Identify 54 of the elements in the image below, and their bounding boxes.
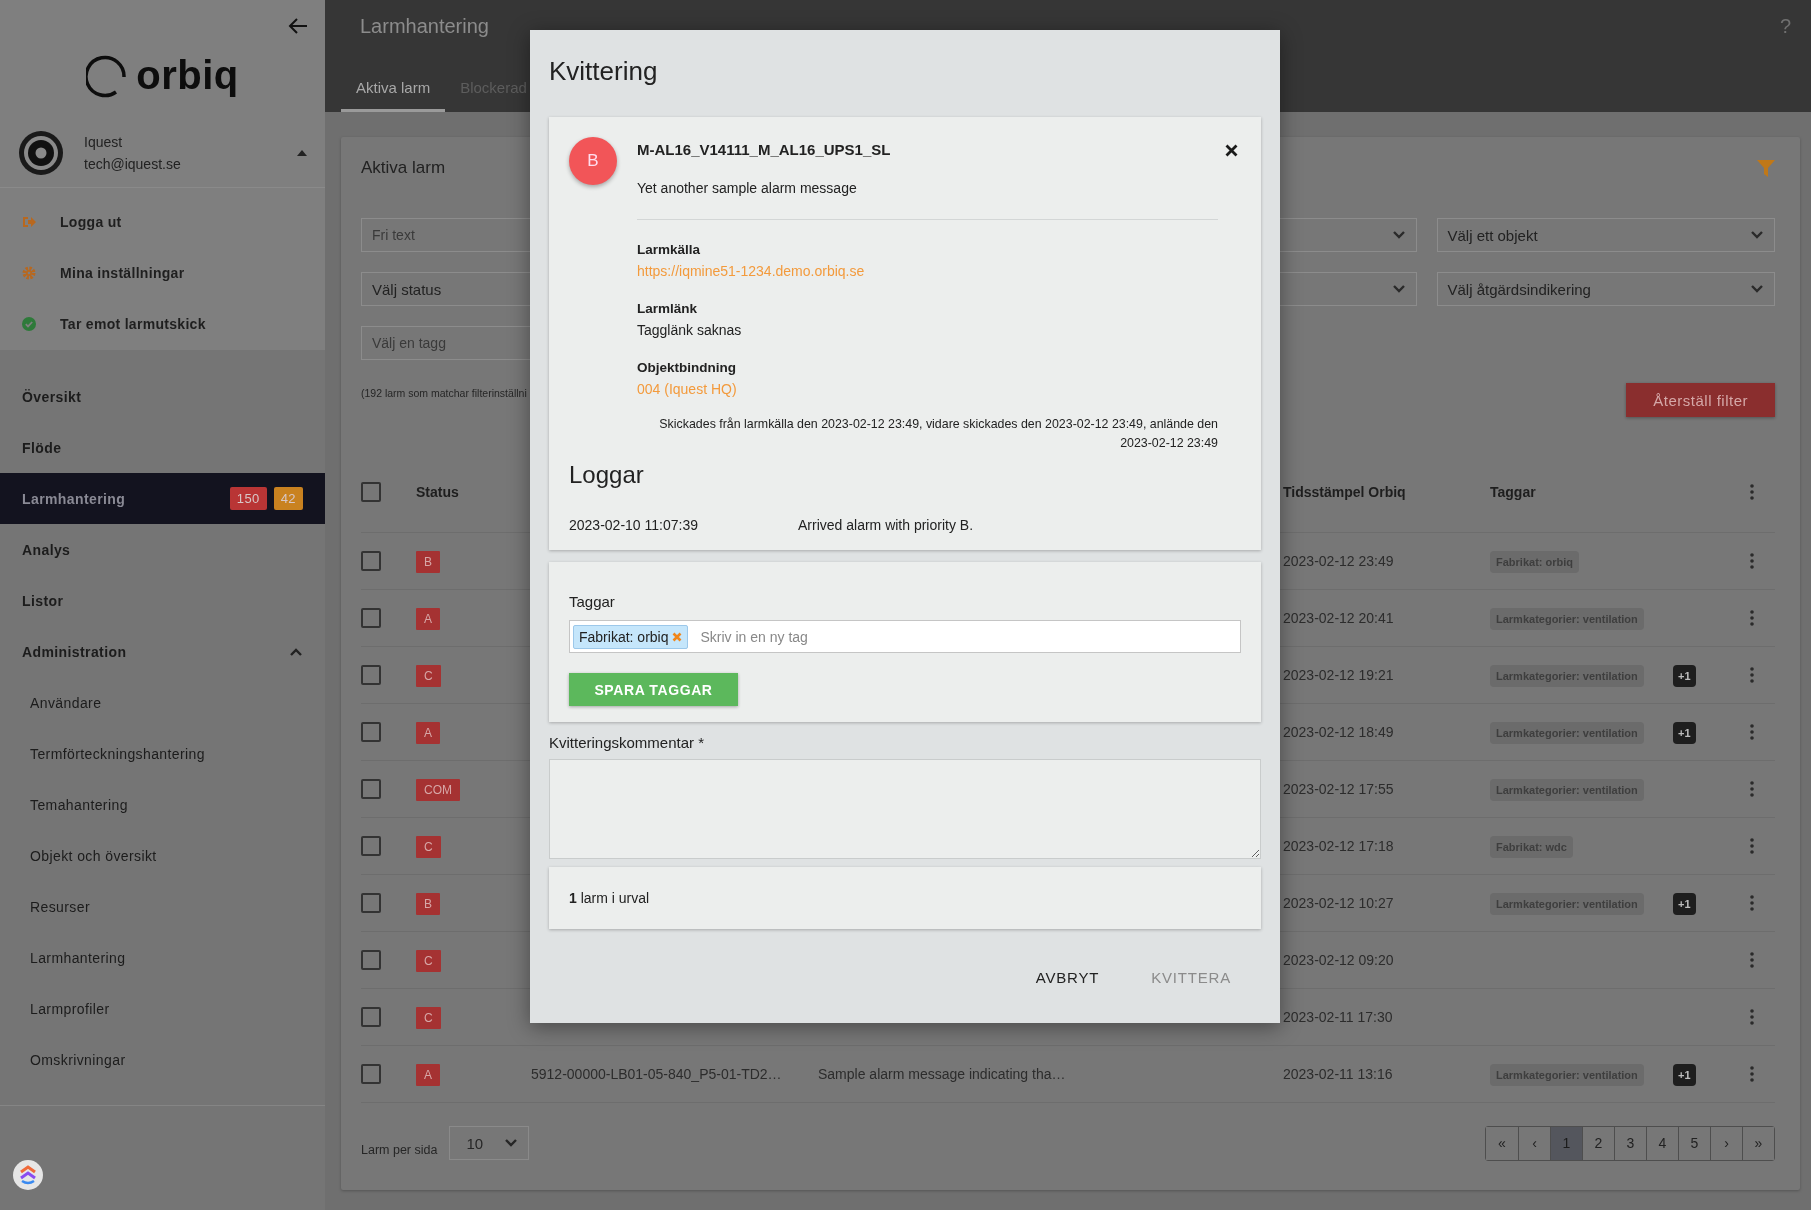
table-cell-text: 2023-02-11 17:30: [1283, 1009, 1394, 1025]
table-cell-text: 2023-02-12 19:21: [1283, 667, 1395, 683]
more-tags-badge: +1: [1673, 1064, 1696, 1086]
count-badge: 150: [229, 487, 267, 510]
sent-info: Skickades från larmkälla den 2023-02-12 23:49, vidare skickades den 2023-02-12 23:49, anlände den 2023-02-12 23:49: [658, 416, 1218, 452]
user-email: tech@iquest.se: [84, 156, 182, 172]
table-cell-text: 2023-02-12 17:18: [1283, 838, 1395, 854]
tag-chip: Fabrikat: orbiq: [573, 624, 689, 649]
field-label: Taggar: [569, 593, 616, 610]
field-label: Kvitteringskommentar *: [549, 734, 706, 751]
field-value: Tagglänk saknas: [637, 322, 743, 338]
user-name: Iquest: [84, 134, 124, 150]
per-page-label: Larm per sida: [361, 1143, 438, 1157]
alarm-name: M-AL16_V14111_M_AL16_UPS1_SL: [637, 141, 891, 158]
field-label: Objektbindning: [637, 360, 737, 375]
log-text: Arrived alarm with priority B.: [798, 517, 974, 533]
table-cell-text: 2023-02-12 18:49: [1283, 724, 1395, 740]
status-badge: B: [416, 893, 440, 915]
column-header: Status: [416, 484, 460, 500]
status-badge: A: [416, 722, 440, 744]
priority-avatar: B: [569, 137, 617, 185]
more-tags-badge: +1: [1673, 893, 1696, 915]
table-cell-text: 2023-02-12 20:41: [1283, 610, 1395, 626]
status-badge: C: [416, 1007, 441, 1029]
status-badge: C: [416, 950, 441, 972]
status-badge: COM: [416, 779, 460, 801]
section-title: Loggar: [569, 461, 645, 489]
status-badge: C: [416, 665, 441, 687]
table-cell-text: 2023-02-12 23:49: [1283, 553, 1395, 569]
field-label: Larmkälla: [637, 242, 702, 257]
selection-count: 1 larm i urval: [569, 890, 650, 906]
alarm-message: Yet another sample alarm message: [637, 180, 858, 196]
status-badge: A: [416, 1064, 440, 1086]
logo: orbiq: [86, 51, 239, 99]
table-cell: 5912-00000-LB01-05-840_P5-01-TD2…: [531, 1066, 782, 1082]
table-cell-text: 2023-02-12 09:20: [1283, 952, 1395, 968]
more-tags-badge: +1: [1673, 722, 1696, 744]
table-cell-text: 2023-02-12 10:27: [1283, 895, 1395, 911]
more-tags-badge: +1: [1673, 665, 1696, 687]
field-label: Larmlänk: [637, 301, 699, 316]
table-cell-text: 2023-02-11 13:16: [1283, 1066, 1394, 1082]
status-badge: A: [416, 608, 440, 630]
card-title: Aktiva larm: [361, 158, 446, 178]
status-badge: C: [416, 836, 441, 858]
dialog-title: Kvittering: [549, 55, 659, 88]
log-time: 2023-02-10 11:07:39: [569, 517, 699, 533]
status-badge: B: [416, 551, 440, 573]
table-cell-text: 2023-02-12 17:55: [1283, 781, 1395, 797]
column-header: Taggar: [1490, 484, 1537, 500]
table-cell: Sample alarm message indicating tha…: [818, 1066, 1066, 1082]
count-badge: 42: [273, 487, 303, 510]
column-header: Tidsstämpel Orbiq: [1283, 484, 1407, 500]
page-title: Larmhantering: [360, 15, 489, 38]
match-count: (192 larm som matchar filterinställni: [361, 387, 527, 399]
